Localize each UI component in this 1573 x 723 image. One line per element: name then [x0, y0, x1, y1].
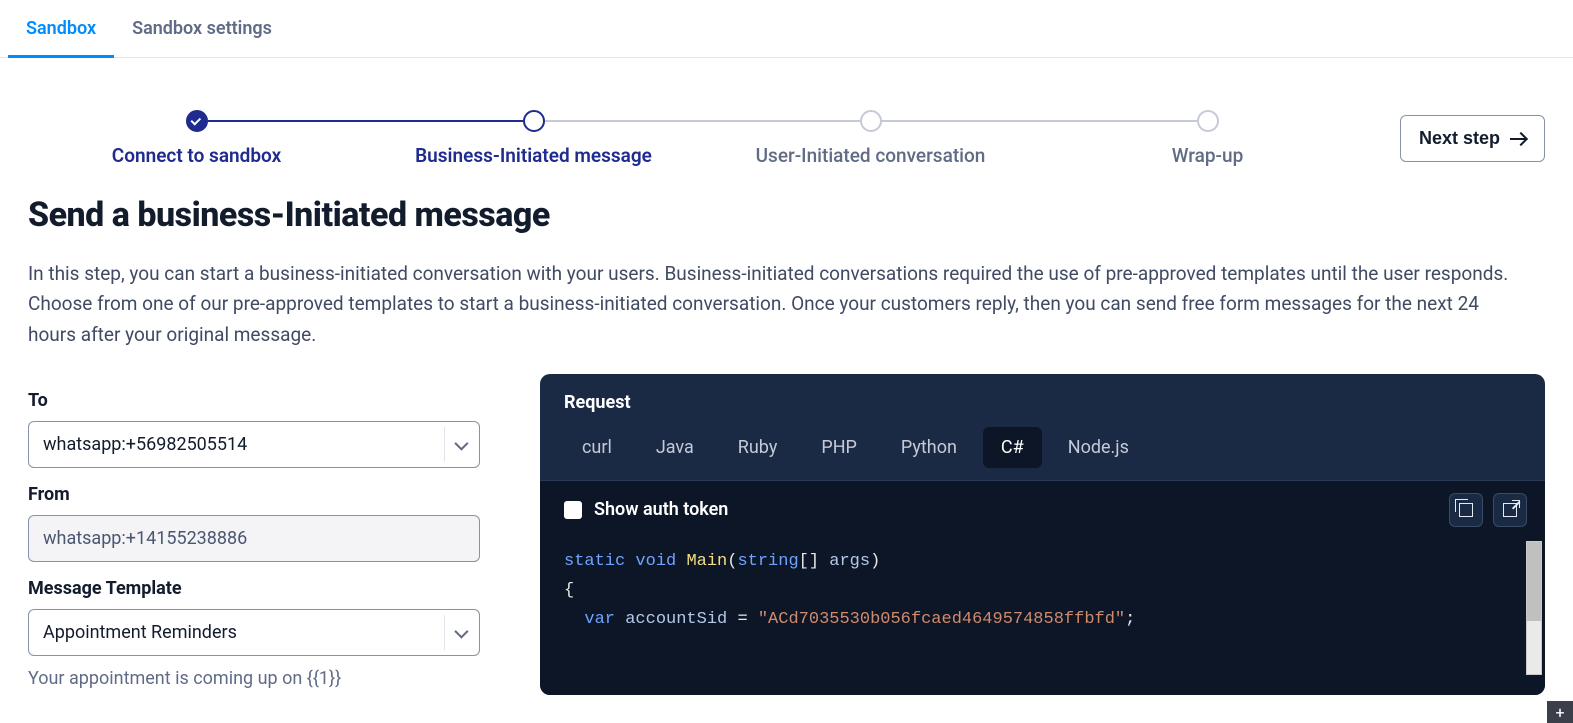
- copy-icon: [1459, 503, 1473, 517]
- step-label: Wrap-up: [1172, 144, 1244, 167]
- circle-icon: [523, 110, 545, 132]
- template-label: Message Template: [28, 578, 480, 599]
- next-step-button[interactable]: Next step: [1400, 115, 1545, 162]
- lang-tab-csharp[interactable]: C#: [983, 427, 1042, 468]
- show-auth-token-checkbox[interactable]: [564, 501, 582, 519]
- page-title: Send a business-Initiated message: [28, 195, 1545, 235]
- page-description: In this step, you can start a business-i…: [28, 259, 1513, 350]
- step-business-initiated[interactable]: Business-Initiated message: [365, 110, 702, 167]
- chevron-down-icon: [444, 615, 474, 650]
- progress-stepper: Connect to sandbox Business-Initiated me…: [28, 110, 1376, 167]
- add-button[interactable]: +: [1547, 701, 1573, 723]
- lang-tab-ruby[interactable]: Ruby: [720, 427, 796, 468]
- lang-tab-php[interactable]: PHP: [803, 427, 875, 468]
- step-connect-to-sandbox[interactable]: Connect to sandbox: [28, 110, 365, 167]
- language-tabs: curl Java Ruby PHP Python C# Node.js: [564, 427, 1521, 468]
- code-scrollbar[interactable]: [1526, 541, 1542, 675]
- circle-icon: [860, 110, 882, 132]
- template-select[interactable]: Appointment Reminders: [28, 609, 480, 656]
- chevron-down-icon: [444, 427, 474, 462]
- scroll-thumb[interactable]: [1527, 542, 1541, 621]
- step-user-initiated[interactable]: User-Initiated conversation: [702, 110, 1039, 167]
- from-label: From: [28, 484, 480, 505]
- lang-tab-java[interactable]: Java: [638, 427, 712, 468]
- next-step-label: Next step: [1419, 128, 1500, 149]
- to-label: To: [28, 390, 480, 411]
- to-select[interactable]: whatsapp:+56982505514: [28, 421, 480, 468]
- external-link-icon: [1503, 503, 1517, 517]
- lang-tab-python[interactable]: Python: [883, 427, 975, 468]
- show-auth-token-label: Show auth token: [594, 499, 728, 520]
- step-label: Connect to sandbox: [112, 144, 281, 167]
- arrow-right-icon: [1510, 133, 1526, 145]
- check-icon: [186, 110, 208, 132]
- message-form: To whatsapp:+56982505514 From whatsapp:+…: [28, 374, 480, 689]
- code-sample: static void Main(string[] args) { var ac…: [564, 548, 1521, 635]
- step-label: User-Initiated conversation: [756, 144, 986, 167]
- copy-button[interactable]: [1449, 493, 1483, 527]
- from-field: whatsapp:+14155238886: [28, 515, 480, 562]
- step-wrap-up[interactable]: Wrap-up: [1039, 110, 1376, 167]
- circle-icon: [1197, 110, 1219, 132]
- page-tabs: Sandbox Sandbox settings: [0, 0, 1573, 58]
- lang-tab-nodejs[interactable]: Node.js: [1050, 427, 1147, 468]
- tab-sandbox-settings[interactable]: Sandbox settings: [114, 0, 290, 58]
- step-label: Business-Initiated message: [415, 144, 652, 167]
- open-external-button[interactable]: [1493, 493, 1527, 527]
- lang-tab-curl[interactable]: curl: [564, 427, 630, 468]
- code-panel: Request curl Java Ruby PHP Python C# Nod…: [540, 374, 1545, 695]
- code-panel-title: Request: [564, 392, 1521, 413]
- tab-sandbox[interactable]: Sandbox: [8, 0, 114, 58]
- template-preview-text: Your appointment is coming up on {{1}}: [28, 668, 480, 689]
